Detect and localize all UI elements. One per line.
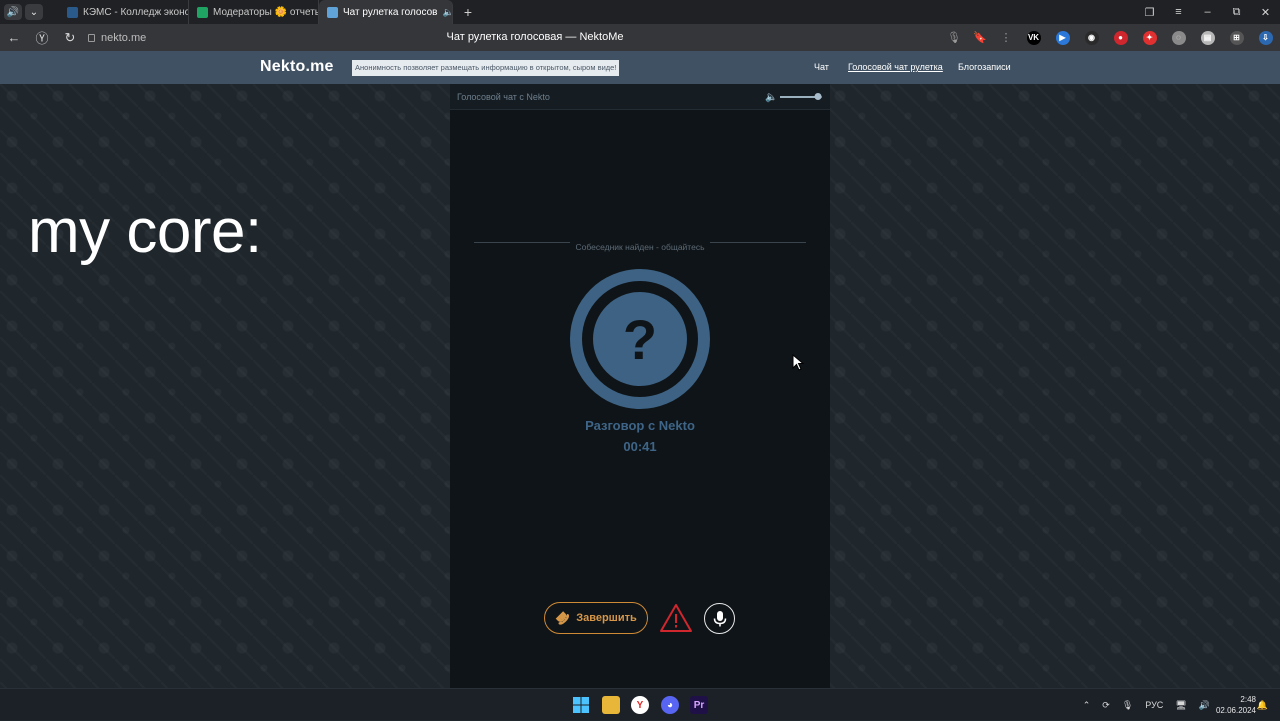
site-header: Nekto.me Анонимность позволяет размещать… (0, 51, 1280, 84)
microphone-button[interactable] (704, 603, 735, 634)
question-mark-icon: ? (593, 292, 687, 386)
tab-nekto[interactable]: Чат рулетка голосов 🔈 ✕ (319, 0, 453, 24)
reload-icon[interactable]: ↻ (56, 30, 84, 46)
network-icon[interactable]: 🖥 (1169, 700, 1192, 711)
red-extension-icon[interactable]: ● (1106, 24, 1135, 51)
vk-icon-glyph: VK (1026, 30, 1041, 45)
globe-extension-icon[interactable]: ◌ (1164, 24, 1193, 51)
premiere-pro-icon[interactable]: Pr (690, 696, 708, 714)
puzzle-extension-icon-glyph: ⊞ (1229, 30, 1244, 45)
warning-triangle-icon (660, 604, 692, 632)
end-call-label: Завершить (576, 612, 637, 624)
discord-icon[interactable]: ◕ (661, 696, 679, 714)
tab-audio-icon[interactable]: 🔈 (442, 7, 452, 18)
chevron-down-icon[interactable]: ⌄ (25, 4, 43, 20)
notifications-icon[interactable]: 🔔 (1251, 700, 1274, 711)
tab-kems[interactable]: КЭМС - Колледж эконом (59, 0, 189, 24)
close-window-button[interactable]: ✕ (1251, 6, 1280, 19)
url-text: nekto.me (101, 31, 147, 44)
yandex-icon[interactable]: Ⓨ (28, 28, 56, 47)
extension-blue-icon[interactable]: ▶ (1048, 24, 1077, 51)
microphone-icon (713, 610, 726, 626)
show-hidden-icons-icon[interactable]: ⌃ (1077, 700, 1097, 711)
browser-menu-icon[interactable]: ≡ (1164, 6, 1193, 18)
phone-hangup-icon: ☎ (552, 607, 573, 629)
bookmark-icon[interactable]: 🔖 (967, 31, 993, 44)
cat-extension-icon[interactable]: ◉ (1077, 24, 1106, 51)
tab-favicon-icon (67, 6, 78, 18)
sheets-favicon-icon (197, 6, 208, 18)
yandex-browser-icon[interactable]: Y (631, 696, 649, 714)
panel-title: Голосовой чат с Nekto (457, 92, 550, 102)
file-explorer-icon[interactable] (602, 696, 620, 714)
puzzle-extension-icon[interactable]: ⊞ (1222, 24, 1251, 51)
extension-blue-icon-glyph: ▶ (1055, 30, 1070, 45)
volume-slider[interactable] (780, 93, 822, 100)
minimize-button[interactable]: – (1193, 6, 1222, 18)
tray-volume-icon[interactable]: 🔊 (1193, 700, 1216, 711)
vk-icon[interactable]: VK (1019, 24, 1048, 51)
red-shield-extension-icon[interactable]: ✦ (1135, 24, 1164, 51)
report-button[interactable] (659, 602, 693, 634)
end-call-button[interactable]: ☎ Завершить (544, 602, 648, 634)
speaker-icon[interactable]: 🔊 (4, 4, 22, 20)
microphone-indicator-icon[interactable]: 🎙 (941, 31, 967, 44)
conversation-timer: 00:41 (623, 439, 657, 454)
globe-extension-icon-glyph: ◌ (1171, 30, 1186, 45)
nav-chat[interactable]: Чат (814, 62, 829, 72)
windows-taskbar: Y ◕ Pr ⌃ ⟳ 🎙 РУС 🖥 🔊 2:48 02.06.2024 🔔 (0, 688, 1280, 720)
system-tray: ⌃ ⟳ 🎙 РУС 🖥 🔊 2:48 02.06.2024 🔔 (1077, 689, 1280, 721)
partner-avatar: ? (570, 269, 710, 409)
red-extension-icon-glyph: ● (1113, 30, 1128, 45)
volume-slider-fill (780, 96, 818, 98)
tab-moderators[interactable]: Модераторы 🌼 отчеты (189, 0, 319, 24)
tabs-overview-icon[interactable]: ❐ (1135, 6, 1164, 19)
red-shield-extension-icon-glyph: ✦ (1142, 30, 1157, 45)
status-text: Собеседник найден - общайтесь (570, 242, 710, 252)
sync-icon[interactable]: ⟳ (1096, 700, 1116, 711)
anonymity-notice: Анонимность позволяет размещать информац… (352, 60, 620, 76)
lock-icon (88, 33, 95, 42)
download-extension-icon[interactable]: ⇩ (1251, 24, 1280, 51)
wallet-extension-icon-glyph: ▤ (1200, 30, 1215, 45)
windows-logo-icon (573, 697, 589, 713)
new-tab-button[interactable]: + (459, 3, 477, 21)
cat-extension-icon-glyph: ◉ (1084, 30, 1099, 45)
language-indicator[interactable]: РУС (1139, 700, 1169, 710)
wallet-extension-icon[interactable]: ▤ (1193, 24, 1222, 51)
download-extension-icon-glyph: ⇩ (1258, 30, 1273, 45)
tab-label: Модераторы 🌼 отчеты (213, 6, 319, 18)
volume-slider-knob[interactable] (814, 93, 822, 100)
nav-voice-roulette[interactable]: Голосовой чат рулетка (848, 62, 943, 72)
url-field[interactable]: nekto.me (88, 32, 146, 44)
conversation-title: Разговор с Nekto (585, 418, 695, 433)
page-title: Чат рулетка голосовая — NektoMe (446, 31, 624, 43)
overlay-caption: my core: (28, 197, 262, 266)
address-bar: ← Ⓨ ↻ nekto.me Чат рулетка голосовая — N… (0, 24, 1280, 51)
site-logo[interactable]: Nekto.me (260, 58, 334, 76)
panel-header: Голосовой чат с Nekto 🔈 (450, 84, 830, 110)
restore-button[interactable]: ⧉ (1222, 6, 1251, 19)
volume-icon[interactable]: 🔈 (765, 92, 777, 103)
back-arrow-icon[interactable]: ← (0, 30, 28, 45)
browser-tab-bar: 🔊 ⌄ КЭМС - Колледж эконом Модераторы 🌼 о… (0, 0, 1280, 24)
windows-start-icon[interactable] (572, 696, 590, 714)
tab-label: Чат рулетка голосов (343, 6, 438, 18)
mouse-cursor-icon (792, 354, 804, 371)
tab-label: КЭМС - Колледж эконом (83, 6, 189, 18)
tray-microphone-icon[interactable]: 🎙 (1116, 700, 1139, 711)
more-icon[interactable]: ⋮ (993, 31, 1019, 44)
status-message: Собеседник найден - общайтесь (450, 237, 830, 255)
voice-chat-panel: Голосовой чат с Nekto 🔈 Собеседник найде… (450, 84, 830, 688)
nekto-favicon-icon (327, 6, 338, 18)
nav-blog[interactable]: Блогозаписи (958, 62, 1011, 72)
